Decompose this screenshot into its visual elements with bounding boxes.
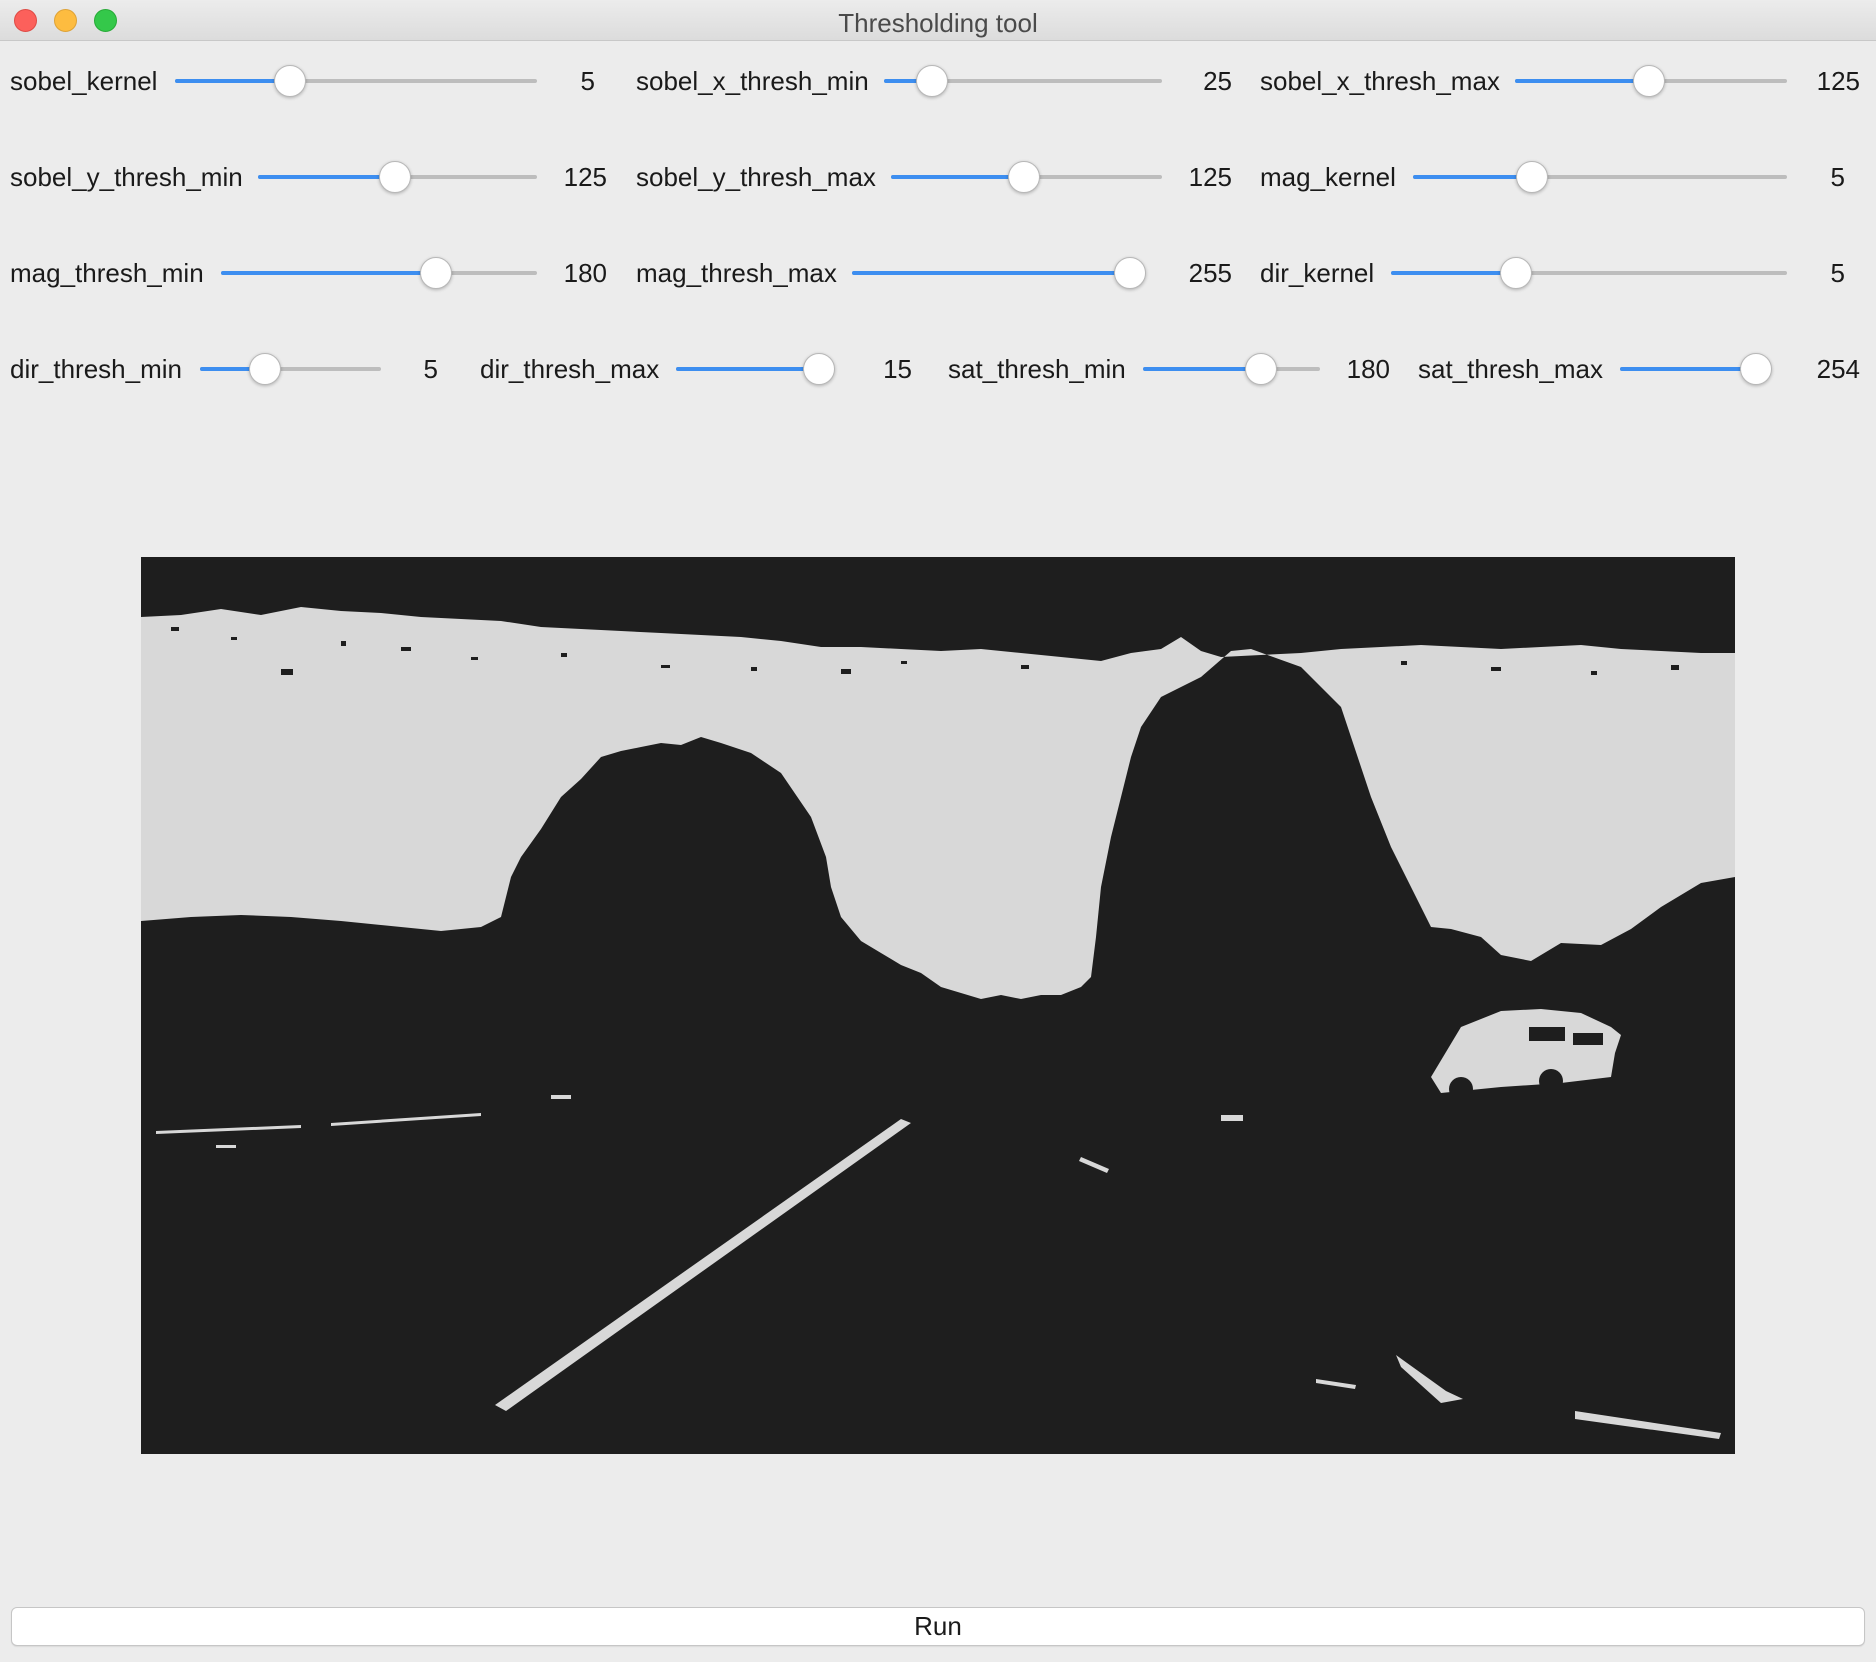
binary-road-image	[141, 557, 1735, 1454]
dir-thresh-min-slider[interactable]	[200, 349, 381, 389]
sobel-x-thresh-min-slider[interactable]	[884, 61, 1162, 101]
title-bar: Thresholding tool	[0, 0, 1876, 41]
threshold-preview-image	[141, 557, 1735, 1454]
sobel-x-thresh-max-slider[interactable]	[1515, 61, 1787, 101]
mag-thresh-max-value: 255	[1188, 258, 1232, 288]
slider-row-3: mag_thresh_min 180 mag_thresh_max 255 di…	[0, 253, 1876, 293]
slider-row-1: sobel_kernel 5 sobel_x_thresh_min 25 sob…	[0, 61, 1876, 101]
mag-kernel-value: 5	[1830, 162, 1845, 192]
dir-thresh-max-value: 15	[883, 354, 912, 384]
sat-thresh-min-value: 180	[1346, 354, 1390, 384]
mag-thresh-min-slider-thumb[interactable]	[419, 257, 452, 289]
sobel-y-thresh-max-label: sobel_y_thresh_max	[636, 162, 876, 192]
sat-thresh-max-value: 254	[1816, 354, 1860, 384]
run-button[interactable]: Run	[11, 1607, 1865, 1646]
dir-kernel-slider-thumb[interactable]	[1500, 257, 1533, 289]
sat-thresh-min-slider-thumb[interactable]	[1244, 353, 1277, 385]
sobel-x-thresh-min-value: 25	[1203, 66, 1232, 96]
sobel-x-thresh-max-label: sobel_x_thresh_max	[1260, 66, 1500, 96]
sat-thresh-min-label: sat_thresh_min	[948, 354, 1126, 384]
sobel-x-thresh-max-value: 125	[1816, 66, 1860, 96]
mag-kernel-slider-thumb[interactable]	[1515, 161, 1548, 193]
sobel-y-thresh-min-slider[interactable]	[258, 157, 537, 197]
sobel-x-thresh-min-label: sobel_x_thresh_min	[636, 66, 869, 96]
mag-thresh-max-label: mag_thresh_max	[636, 258, 837, 288]
sobel-kernel-label: sobel_kernel	[10, 66, 158, 96]
sobel-y-thresh-max-value: 125	[1188, 162, 1232, 192]
sobel-x-thresh-max-slider-thumb[interactable]	[1632, 65, 1665, 97]
dir-kernel-value: 5	[1830, 258, 1845, 288]
mag-kernel-label: mag_kernel	[1260, 162, 1396, 192]
sobel-kernel-slider-thumb[interactable]	[274, 65, 306, 97]
sobel-y-thresh-max-slider-thumb[interactable]	[1008, 161, 1041, 193]
sobel-kernel-slider[interactable]	[175, 61, 537, 101]
dir-thresh-max-slider[interactable]	[676, 349, 835, 389]
sat-thresh-max-slider-thumb[interactable]	[1740, 353, 1772, 385]
sat-thresh-min-slider[interactable]	[1143, 349, 1320, 389]
slider-row-4: dir_thresh_min 5 dir_thresh_max 15 sat_t…	[0, 349, 1876, 389]
dir-thresh-max-slider-thumb[interactable]	[803, 353, 835, 385]
dir-kernel-label: dir_kernel	[1260, 258, 1375, 288]
sobel-y-thresh-min-value: 125	[563, 162, 607, 192]
mag-thresh-max-slider[interactable]	[852, 253, 1146, 293]
sobel-y-thresh-min-slider-thumb[interactable]	[379, 161, 412, 193]
dir-thresh-min-label: dir_thresh_min	[10, 354, 182, 384]
sat-thresh-max-label: sat_thresh_max	[1418, 354, 1603, 384]
window-title: Thresholding tool	[838, 8, 1038, 38]
mag-thresh-min-value: 180	[563, 258, 607, 288]
dir-thresh-min-value: 5	[423, 354, 438, 384]
dir-kernel-slider[interactable]	[1391, 253, 1787, 293]
sobel-x-thresh-min-slider-thumb[interactable]	[915, 65, 948, 97]
sobel-kernel-value: 5	[580, 66, 595, 96]
sat-thresh-max-slider[interactable]	[1620, 349, 1772, 389]
sobel-y-thresh-max-slider[interactable]	[891, 157, 1162, 197]
mag-thresh-max-slider-thumb[interactable]	[1114, 257, 1146, 289]
mag-thresh-min-slider[interactable]	[221, 253, 537, 293]
dir-thresh-min-slider-thumb[interactable]	[249, 353, 282, 385]
slider-row-2: sobel_y_thresh_min 125 sobel_y_thresh_ma…	[0, 157, 1876, 197]
dir-thresh-max-label: dir_thresh_max	[480, 354, 660, 384]
mag-thresh-min-label: mag_thresh_min	[10, 258, 204, 288]
mag-kernel-slider[interactable]	[1413, 157, 1787, 197]
sobel-y-thresh-min-label: sobel_y_thresh_min	[10, 162, 243, 192]
